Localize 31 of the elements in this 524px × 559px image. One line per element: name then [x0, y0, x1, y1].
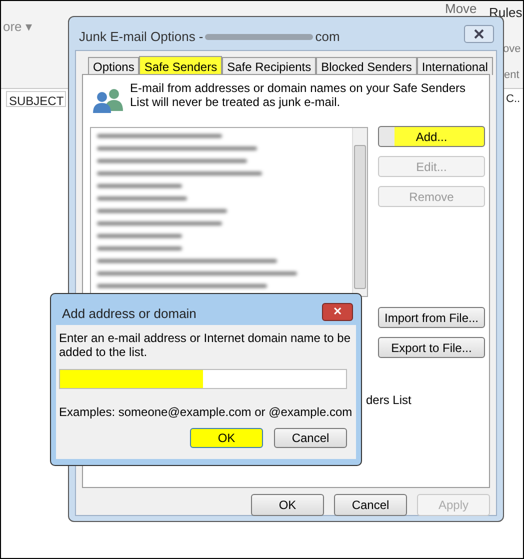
column-header[interactable]: C..: [506, 91, 520, 108]
tab[interactable]: International: [416, 57, 493, 75]
checkbox-label: ders List: [366, 392, 412, 409]
dialog-button[interactable]: Cancel: [334, 494, 407, 516]
scrollbar-thumb[interactable]: [354, 145, 366, 289]
tab[interactable]: Options: [88, 57, 140, 75]
input-field[interactable]: [59, 369, 347, 389]
scrollbar[interactable]: [352, 128, 367, 296]
ribbon-label[interactable]: Move: [445, 2, 477, 15]
window-title: com: [315, 28, 340, 46]
ribbon-label[interactable]: ove: [503, 41, 521, 58]
dialog-button[interactable]: Import from File...: [378, 307, 485, 328]
description-text: E-mail from addresses or domain names on your Safe Senders List will never be treated as junk e-mail.: [130, 81, 466, 109]
tab[interactable]: Safe Recipients: [222, 57, 316, 75]
tab[interactable]: Safe Senders: [139, 56, 222, 76]
dialog-button[interactable]: Add...: [378, 126, 485, 147]
column-header[interactable]: SUBJECT: [6, 91, 66, 107]
dialog-button[interactable]: Export to File...: [378, 337, 485, 358]
close-button[interactable]: [464, 25, 494, 43]
close-button[interactable]: ✕: [322, 303, 353, 321]
window-title: Junk E-mail Options -: [79, 28, 204, 46]
close-icon: [473, 29, 485, 39]
ribbon-label[interactable]: ent: [504, 67, 520, 84]
people-icon: [92, 87, 124, 113]
window-title: Add address or domain: [62, 305, 196, 323]
dialog-button[interactable]: OK: [190, 428, 263, 448]
prompt-text: Enter an e-mail address or Internet domain name to be added to the list.: [59, 331, 351, 359]
dialog-button[interactable]: Cancel: [274, 428, 347, 448]
examples-text: Examples: someone@example.com or @example.com: [59, 404, 352, 421]
dialog-button[interactable]: OK: [251, 494, 324, 516]
tab[interactable]: Blocked Senders: [316, 57, 417, 75]
